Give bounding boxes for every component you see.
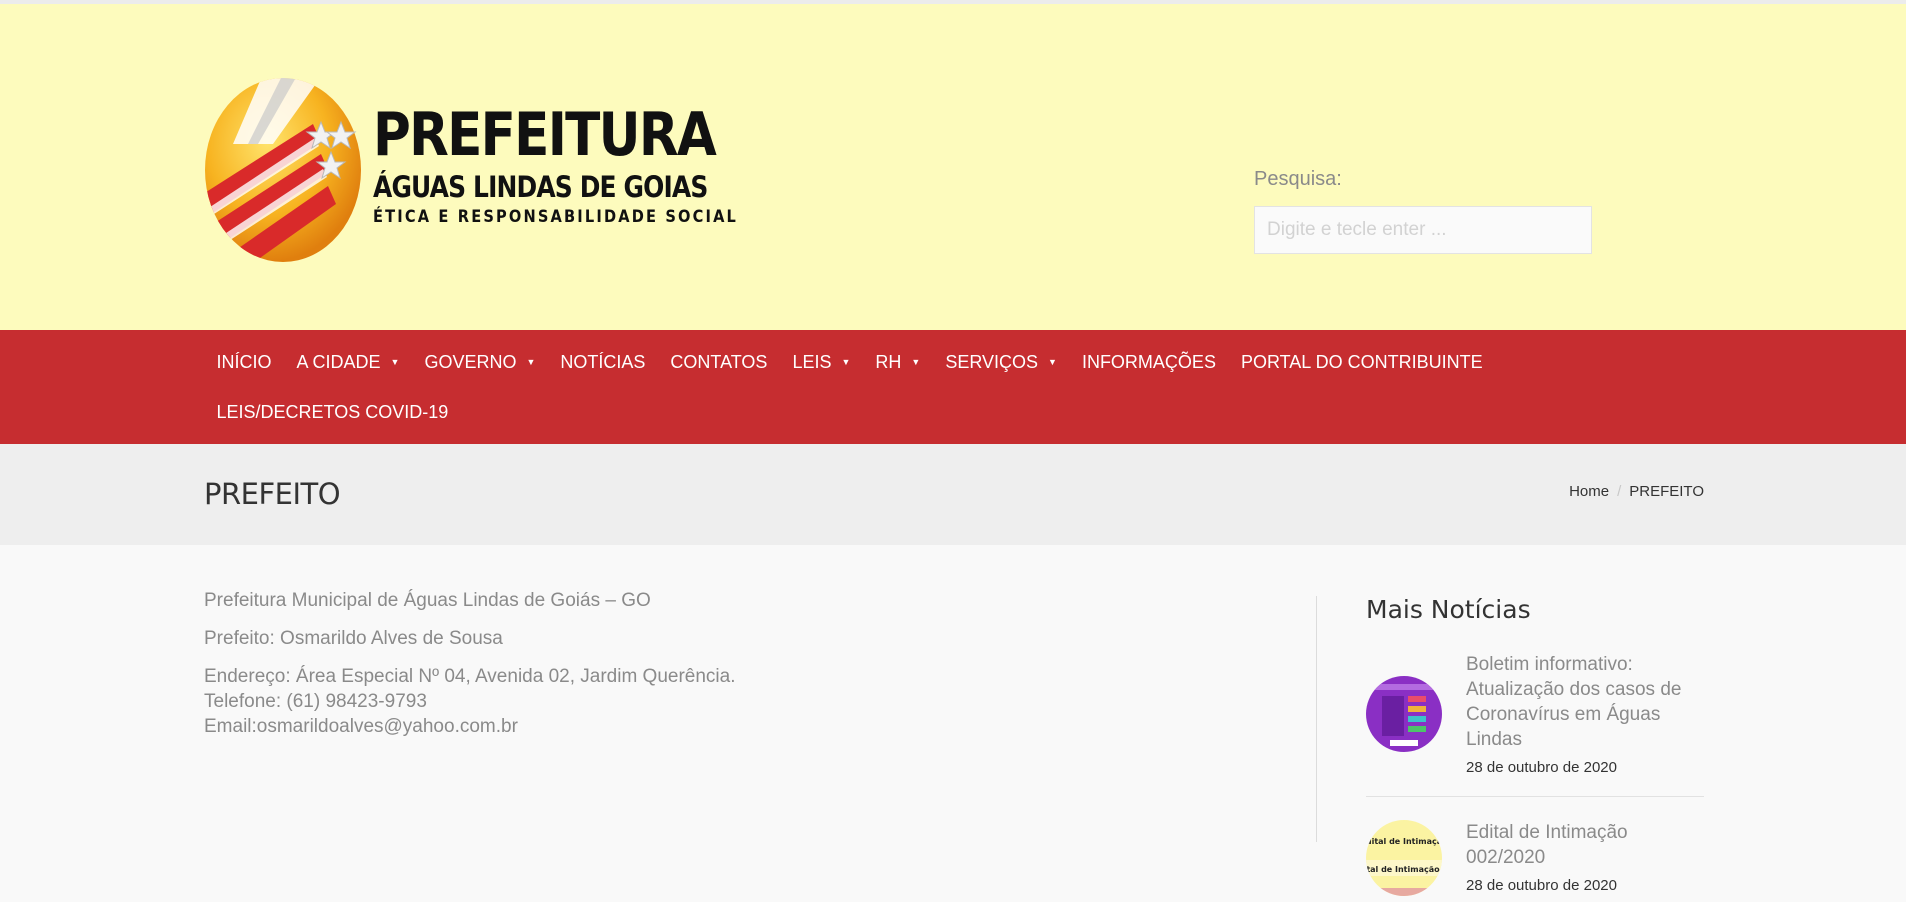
- nav-item-label: RH: [875, 351, 902, 372]
- breadcrumb-home-link[interactable]: Home: [1569, 483, 1609, 500]
- nav-item-label: INÍCIO: [216, 351, 272, 372]
- sidebar-divider: [1316, 596, 1317, 842]
- logo-text: PREFEITURA ÁGUAS LINDAS DE GOIAS ÉTICA E…: [373, 102, 797, 228]
- news-title-link[interactable]: Boletim informativo: Atualização dos cas…: [1466, 652, 1704, 752]
- caret-down-icon: ▼: [526, 357, 536, 367]
- breadcrumb-separator: /: [1617, 483, 1622, 500]
- main-content: Prefeitura Municipal de Águas Lindas de …: [204, 588, 736, 739]
- caret-down-icon: ▼: [841, 357, 851, 367]
- search-input[interactable]: [1254, 206, 1592, 254]
- content-email: Email:osmarildoalves@yahoo.com.br: [204, 716, 518, 737]
- nav-item-label: LEIS/DECRETOS COVID-19: [216, 401, 449, 422]
- nav-item-label: LEIS: [792, 351, 832, 372]
- news-item: Boletim informativo: Atualização dos cas…: [1366, 652, 1704, 797]
- breadcrumb-current: PREFEITO: [1629, 483, 1704, 500]
- logo-city: ÁGUAS LINDAS DE GOIAS: [373, 170, 708, 204]
- thumbnail-text-top: Edital de Intimação: [1366, 837, 1442, 846]
- caret-down-icon: ▼: [911, 357, 921, 367]
- logo-title: PREFEITURA: [373, 100, 717, 170]
- breadcrumb: Home / PREFEITO: [1569, 483, 1704, 500]
- news-item: Edital de Intimação Edital de Intimação …: [1366, 820, 1704, 902]
- nav-item-informacoes[interactable]: INFORMAÇÕES: [1069, 352, 1228, 373]
- nav-item-label: PORTAL DO CONTRIBUINTE: [1240, 351, 1483, 372]
- nav-item-label: GOVERNO: [424, 351, 517, 372]
- nav-item-governo[interactable]: GOVERNO ▼: [412, 352, 548, 373]
- nav-item-leis-decretos-covid[interactable]: LEIS/DECRETOS COVID-19: [204, 402, 461, 423]
- news-text: Boletim informativo: Atualização dos cas…: [1466, 652, 1704, 776]
- nav-item-portal-do-contribuinte[interactable]: PORTAL DO CONTRIBUINTE: [1228, 352, 1495, 373]
- prefeitura-logo[interactable]: PREFEITURA ÁGUAS LINDAS DE GOIAS ÉTICA E…: [203, 74, 736, 264]
- nav-item-label: A CIDADE: [296, 351, 381, 372]
- nav-item-inicio[interactable]: INÍCIO: [204, 352, 284, 373]
- news-thumbnail-image: Edital de Intimação Edital de Intimação: [1366, 820, 1442, 896]
- content-address: Endereço: Área Especial Nº 04, Avenida 0…: [204, 666, 736, 687]
- page-title: PREFEITO: [204, 477, 341, 511]
- thumbnail-text-bottom: Edital de Intimação: [1366, 865, 1440, 874]
- nav-row-1: INÍCIO A CIDADE ▼ GOVERNO ▼ NOTÍCIAS CONTA…: [204, 347, 1495, 377]
- content-paragraph-prefeito: Prefeito: Osmarildo Alves de Sousa: [204, 628, 503, 649]
- search-label: Pesquisa:: [1254, 168, 1342, 190]
- news-title-link[interactable]: Edital de Intimação 002/2020: [1466, 820, 1704, 870]
- news-date: 28 de outubro de 2020: [1466, 877, 1617, 894]
- logo-slogan: ÉTICA E RESPONSABILIDADE SOCIAL: [373, 207, 739, 227]
- nav-item-label: INFORMAÇÕES: [1081, 351, 1216, 372]
- nav-item-rh[interactable]: RH ▼: [863, 352, 933, 373]
- news-date: 28 de outubro de 2020: [1466, 759, 1617, 776]
- content-phone: Telefone: (61) 98423-9793: [204, 691, 427, 712]
- sidebar-title: Mais Notícias: [1366, 595, 1531, 624]
- news-text: Edital de Intimação 002/2020 28 de outub…: [1466, 820, 1704, 894]
- nav-row-2: LEIS/DECRETOS COVID-19: [204, 397, 461, 427]
- nav-item-noticias[interactable]: NOTÍCIAS: [548, 352, 658, 373]
- nav-item-a-cidade[interactable]: A CIDADE ▼: [284, 352, 412, 373]
- nav-item-leis[interactable]: LEIS ▼: [780, 352, 863, 373]
- nav-item-label: SERVIÇOS: [945, 351, 1039, 372]
- nav-item-contatos[interactable]: CONTATOS: [658, 352, 780, 373]
- news-thumbnail-image: [1366, 676, 1442, 752]
- content-paragraph-prefeitura: Prefeitura Municipal de Águas Lindas de …: [204, 590, 651, 611]
- caret-down-icon: ▼: [390, 357, 400, 367]
- news-thumbnail[interactable]: [1366, 676, 1442, 752]
- caret-down-icon: ▼: [1048, 357, 1057, 367]
- site-header: PREFEITURA ÁGUAS LINDAS DE GOIAS ÉTICA E…: [0, 4, 1906, 330]
- nav-item-label: NOTÍCIAS: [560, 351, 646, 372]
- nav-item-label: CONTATOS: [670, 351, 768, 372]
- nav-item-servicos[interactable]: SERVIÇOS ▼: [933, 352, 1070, 373]
- coat-of-arms-icon: [205, 78, 361, 262]
- news-thumbnail[interactable]: Edital de Intimação Edital de Intimação: [1366, 820, 1442, 896]
